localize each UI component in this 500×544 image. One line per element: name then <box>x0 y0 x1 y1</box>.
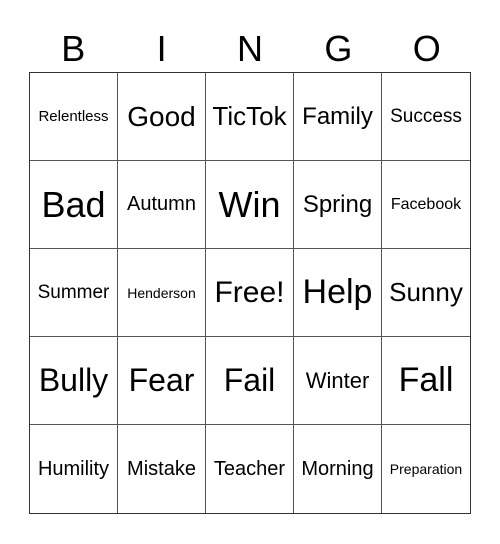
bingo-cell[interactable]: Family <box>294 73 382 161</box>
bingo-cell[interactable]: Bully <box>30 337 118 425</box>
free-space-cell[interactable]: Free! <box>206 249 294 337</box>
header-letter-b: B <box>61 28 86 69</box>
bingo-cell[interactable]: Teacher <box>206 425 294 513</box>
bingo-cell[interactable]: Humility <box>30 425 118 513</box>
bingo-cell[interactable]: Good <box>118 73 206 161</box>
bingo-cell[interactable]: Summer <box>30 249 118 337</box>
bingo-cell[interactable]: Preparation <box>382 425 470 513</box>
bingo-cell[interactable]: Autumn <box>118 161 206 249</box>
bingo-cell[interactable]: Morning <box>294 425 382 513</box>
bingo-cell[interactable]: Fail <box>206 337 294 425</box>
bingo-cell[interactable]: Success <box>382 73 470 161</box>
header-letter-o: O <box>412 28 441 69</box>
header-letter-g: G <box>324 28 353 69</box>
bingo-cell[interactable]: TicTok <box>206 73 294 161</box>
header-letter-i: I <box>156 28 167 69</box>
bingo-cell[interactable]: Winter <box>294 337 382 425</box>
bingo-board: Relentless Good TicTok Family Success Ba… <box>29 72 471 514</box>
bingo-cell[interactable]: Fall <box>382 337 470 425</box>
bingo-cell[interactable]: Sunny <box>382 249 470 337</box>
bingo-cell[interactable]: Relentless <box>30 73 118 161</box>
bingo-cell[interactable]: Bad <box>30 161 118 249</box>
bingo-cell[interactable]: Help <box>294 249 382 337</box>
bingo-cell[interactable]: Mistake <box>118 425 206 513</box>
bingo-cell[interactable]: Win <box>206 161 294 249</box>
bingo-cell[interactable]: Henderson <box>118 249 206 337</box>
bingo-cell[interactable]: Fear <box>118 337 206 425</box>
bingo-header: B I N G O <box>29 26 471 72</box>
bingo-cell[interactable]: Facebook <box>382 161 470 249</box>
header-letter-n: N <box>236 28 263 69</box>
bingo-cell[interactable]: Spring <box>294 161 382 249</box>
